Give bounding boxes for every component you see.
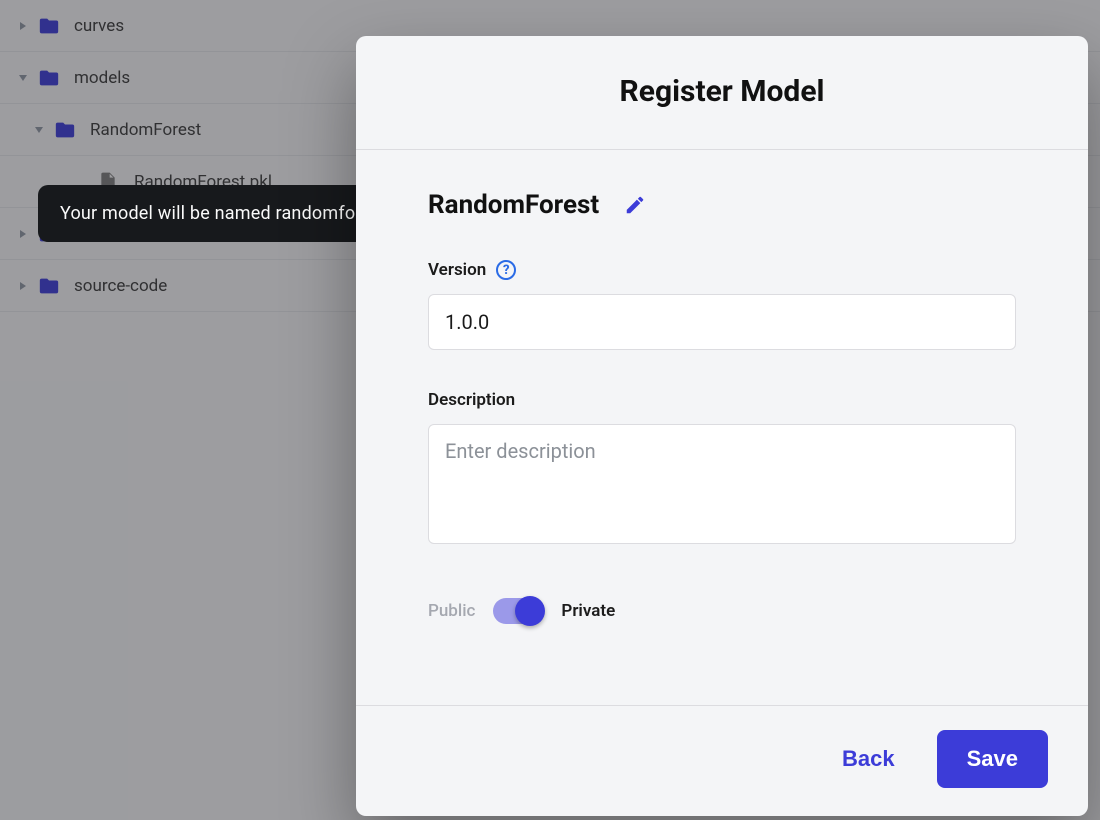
model-name-row: RandomForest: [428, 190, 1016, 220]
dialog-footer: Back Save: [356, 705, 1088, 816]
dialog-title: Register Model: [356, 36, 1088, 150]
visibility-toggle-row: Public Private: [428, 598, 1016, 624]
visibility-public-label: Public: [428, 601, 475, 621]
description-input[interactable]: [428, 424, 1016, 544]
tooltip-text: Your model will be named randomforest: [60, 203, 387, 224]
dialog-body: RandomForest Version ? Description Publi…: [356, 150, 1088, 705]
visibility-toggle[interactable]: [493, 598, 543, 624]
description-field: Description: [428, 390, 1016, 548]
model-name-tooltip: Your model will be named randomforest: [38, 185, 409, 242]
edit-model-name-button[interactable]: [623, 193, 647, 217]
help-icon[interactable]: ?: [496, 260, 516, 280]
model-name-text: RandomForest: [428, 190, 599, 220]
version-label: Version: [428, 260, 486, 280]
visibility-private-label: Private: [561, 601, 615, 621]
version-input[interactable]: [428, 294, 1016, 350]
register-model-dialog: Register Model RandomForest Version ? De…: [356, 36, 1088, 816]
save-button[interactable]: Save: [937, 730, 1048, 788]
pencil-icon: [624, 194, 646, 216]
version-field: Version ?: [428, 260, 1016, 350]
toggle-thumb: [515, 596, 545, 626]
back-button[interactable]: Back: [830, 736, 907, 782]
description-label: Description: [428, 390, 515, 410]
